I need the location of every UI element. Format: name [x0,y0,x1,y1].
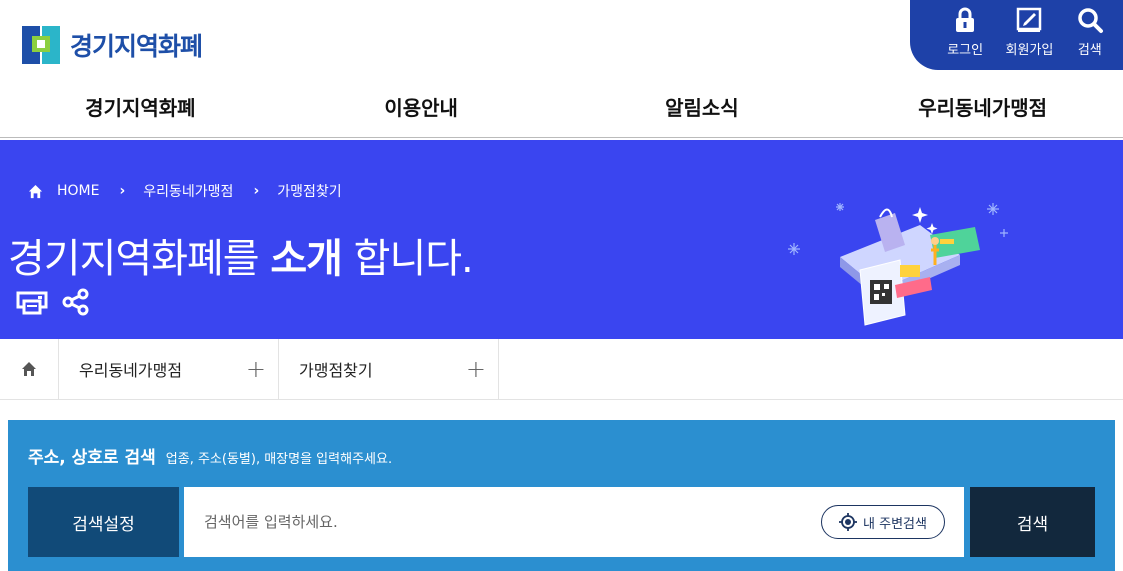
subnav-dropdown-level1[interactable]: 우리동네가맹점 + [59,339,279,399]
sub-nav: 우리동네가맹점 + 가맹점찾기 + [0,339,1123,400]
subnav-level2-label: 가맹점찾기 [299,361,373,380]
chevron-right-icon: › [253,183,260,199]
search-submit-button[interactable]: 검색 [970,487,1095,557]
gnb-item-news[interactable]: 알림소식 [562,80,843,137]
page-tools [16,287,92,317]
page-title-post: 합니다. [341,236,474,282]
subnav-level1-label: 우리동네가맹점 [79,361,183,380]
search-icon [1078,8,1103,33]
search-input-wrapper: 내 주변검색 [184,487,964,557]
login-label: 로그인 [947,43,984,58]
page-visual-banner: HOME › 우리동네가맹점 › 가맹점찾기 경기지역화폐를 소개 합니다. [0,140,1123,339]
subnav-home-button[interactable] [0,339,59,399]
share-icon[interactable] [60,287,92,317]
page-title: 경기지역화폐를 소개 합니다. [8,226,474,284]
gnb-item-gyeonggi-currency[interactable]: 경기지역화폐 [0,80,281,137]
print-icon[interactable] [16,287,48,317]
home-icon [28,184,43,198]
page-title-pre: 경기지역화폐를 [8,236,271,282]
search-guide-title: 주소, 상호로 검색 [28,448,156,468]
search-setting-button[interactable]: 검색설정 [28,487,179,557]
search-input[interactable] [184,487,804,557]
page-title-bold: 소개 [270,236,343,282]
breadcrumb-home[interactable]: HOME [57,183,99,199]
search-guide: 주소, 상호로 검색 업종, 주소(동별), 매장명을 입력해주세요. [28,443,392,468]
search-toggle-label: 검색 [1077,43,1102,58]
search-guide-desc: 업종, 주소(동별), 매장명을 입력해주세요. [165,452,393,467]
breadcrumb: HOME › 우리동네가맹점 › 가맹점찾기 [28,181,342,201]
home-icon [22,362,36,376]
site-header: 경기지역화폐 로그인 회원가입 검색 [0,0,1123,80]
gnb-item-usage-guide[interactable]: 이용안내 [281,80,562,137]
global-nav: 경기지역화폐 이용안내 알림소식 우리동네가맹점 [0,80,1123,138]
lock-icon [956,7,975,32]
plus-icon: + [245,355,266,383]
signup-pen-icon [1017,7,1042,32]
signup-button[interactable]: 회원가입 [1005,6,1054,70]
logo-text: 경기지역화폐 [70,32,203,61]
store-search-panel: 주소, 상호로 검색 업종, 주소(동별), 매장명을 입력해주세요. 검색설정… [8,420,1115,571]
gnb-item-local-stores[interactable]: 우리동네가맹점 [842,80,1123,137]
breadcrumb-level1[interactable]: 우리동네가맹점 [143,181,233,201]
utility-menu: 로그인 회원가입 검색 [910,0,1123,70]
nearby-search-label: 내 주변검색 [863,516,927,532]
logo-mark-icon [22,26,60,64]
search-toggle-button[interactable]: 검색 [1076,6,1104,70]
location-target-icon [839,513,858,531]
payment-illustration [788,203,1008,326]
subnav-dropdown-level2[interactable]: 가맹점찾기 + [279,339,499,399]
site-logo[interactable]: 경기지역화폐 [18,22,203,68]
chevron-right-icon: › [119,183,126,199]
nearby-search-button[interactable]: 내 주변검색 [821,505,945,539]
signup-label: 회원가입 [1005,43,1054,58]
breadcrumb-level2[interactable]: 가맹점찾기 [277,181,341,201]
plus-icon: + [465,355,486,383]
login-button[interactable]: 로그인 [947,6,983,70]
